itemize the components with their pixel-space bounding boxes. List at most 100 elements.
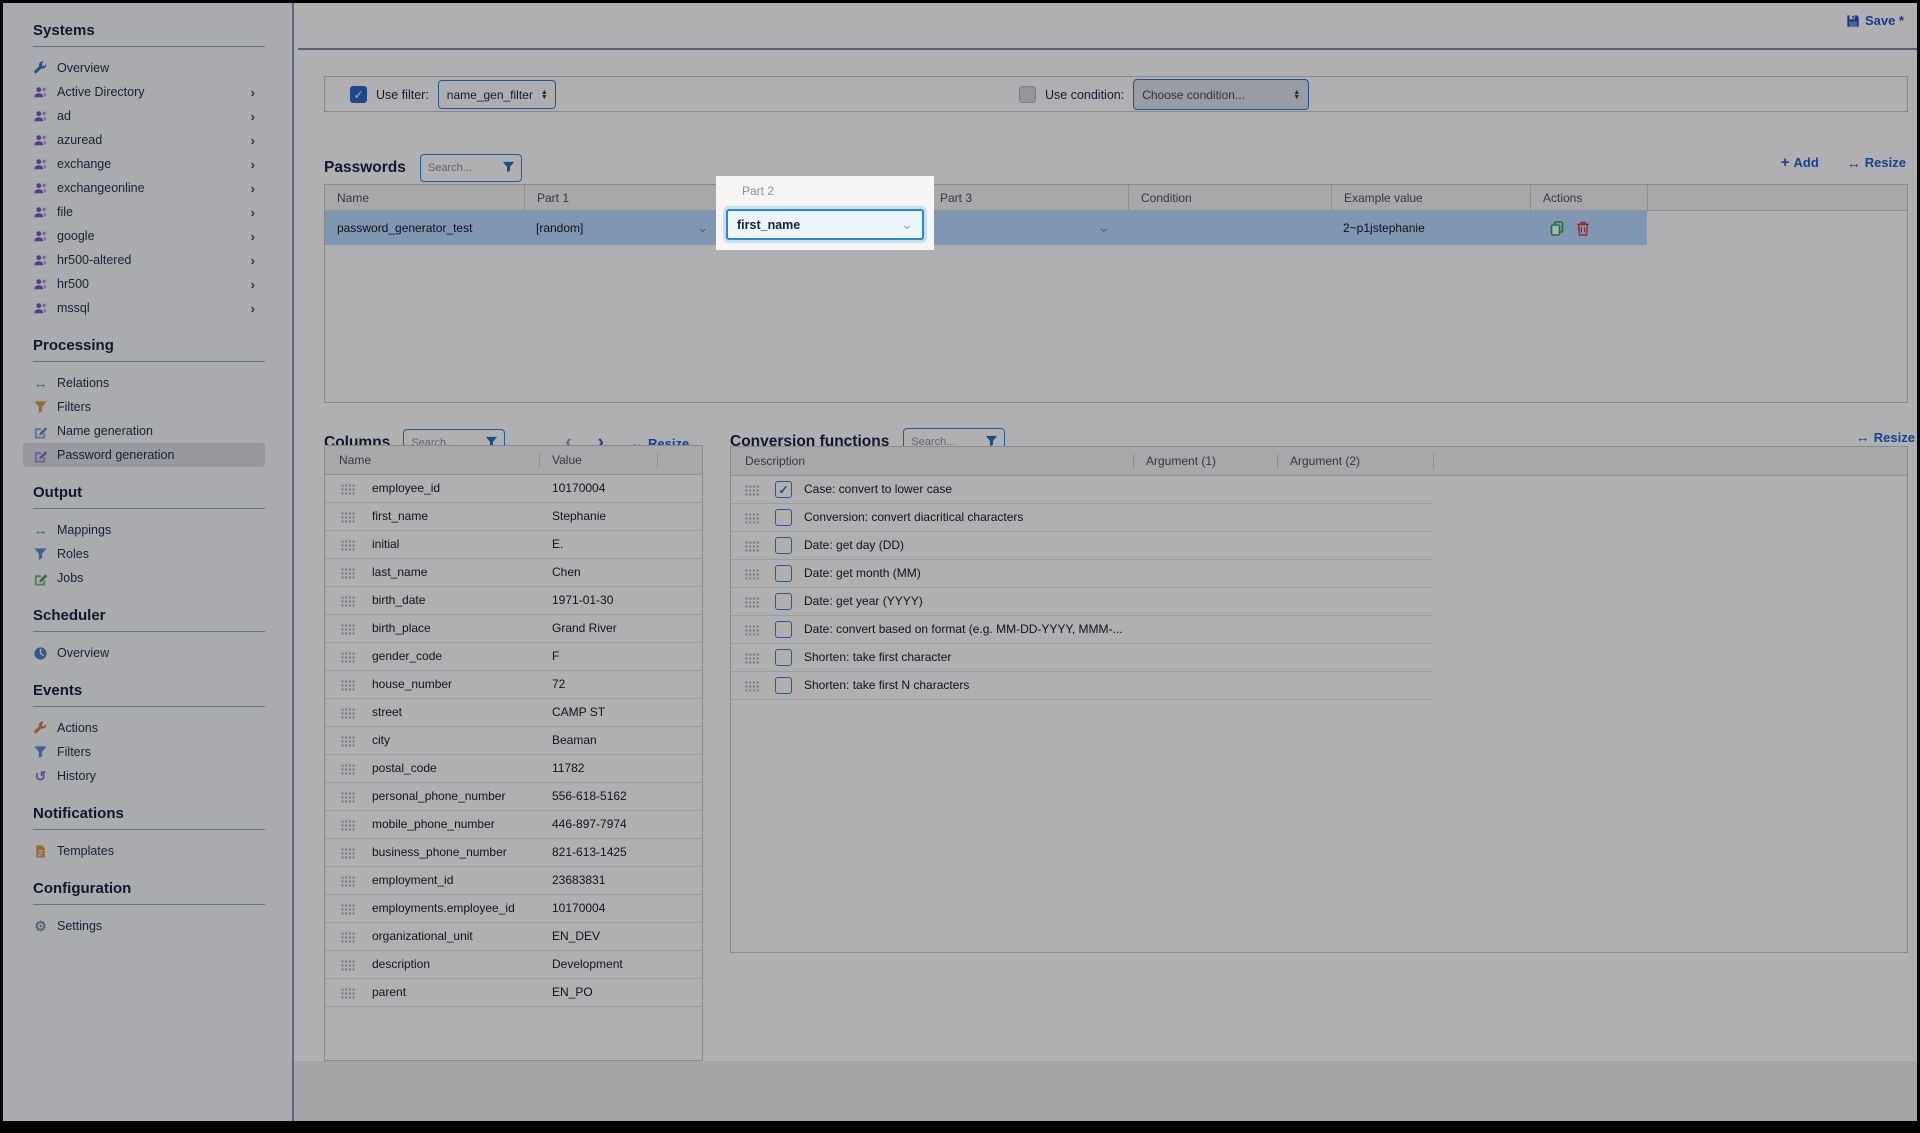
sidebar-item-jobs[interactable]: Jobs xyxy=(23,566,265,590)
drag-handle-icon[interactable] xyxy=(341,932,355,943)
conversion-checkbox[interactable] xyxy=(775,649,792,666)
part2-dropdown[interactable]: first_name ⌄ xyxy=(726,209,924,240)
column-row-house-number[interactable]: house_number72 xyxy=(325,671,702,699)
conversion-checkbox[interactable] xyxy=(775,565,792,582)
column-row-gender-code[interactable]: gender_codeF xyxy=(325,643,702,671)
sidebar-item-name-generation[interactable]: Name generation xyxy=(23,419,265,443)
drag-handle-icon[interactable] xyxy=(341,680,355,691)
sidebar-item-password-generation[interactable]: Password generation xyxy=(23,443,265,467)
drag-handle-icon[interactable] xyxy=(341,708,355,719)
use-filter-checkbox[interactable]: ✓ xyxy=(350,86,367,103)
drag-handle-icon[interactable] xyxy=(745,597,759,608)
column-row-employment-id[interactable]: employment_id23683831 xyxy=(325,867,702,895)
conversion-row[interactable]: Date: get day (DD) xyxy=(731,532,1907,560)
chevron-right-icon[interactable]: › xyxy=(251,110,255,123)
chevron-right-icon[interactable]: › xyxy=(251,230,255,243)
column-row-birth-place[interactable]: birth_placeGrand River xyxy=(325,615,702,643)
sidebar-item-mssql[interactable]: mssql› xyxy=(23,296,265,320)
drag-handle-icon[interactable] xyxy=(341,736,355,747)
chevron-right-icon[interactable]: › xyxy=(251,134,255,147)
conversion-checkbox[interactable] xyxy=(775,537,792,554)
passwords-resize-button[interactable]: ↔Resize xyxy=(1847,154,1906,171)
drag-handle-icon[interactable] xyxy=(341,764,355,775)
chevron-right-icon[interactable]: › xyxy=(251,206,255,219)
drag-handle-icon[interactable] xyxy=(745,541,759,552)
sidebar-item-relations[interactable]: ↔Relations xyxy=(23,371,265,395)
sidebar-item-history[interactable]: ↺History xyxy=(23,764,265,788)
sidebar-item-filters[interactable]: Filters xyxy=(23,740,265,764)
password-part1-cell[interactable]: [random] xyxy=(524,211,684,245)
drag-handle-icon[interactable] xyxy=(745,681,759,692)
sidebar-item-google[interactable]: google› xyxy=(23,224,265,248)
conversion-row[interactable]: Shorten: take first character xyxy=(731,644,1907,672)
condition-select[interactable]: Choose condition... ▲▼ xyxy=(1133,79,1309,110)
drag-handle-icon[interactable] xyxy=(745,485,759,496)
column-row-employments-employee-id[interactable]: employments.employee_id10170004 xyxy=(325,895,702,923)
drag-handle-icon[interactable] xyxy=(341,820,355,831)
sidebar-item-overview[interactable]: Overview xyxy=(23,641,265,665)
column-row-city[interactable]: cityBeaman xyxy=(325,727,702,755)
conversion-row[interactable]: Conversion: convert diacritical characte… xyxy=(731,504,1907,532)
column-row-first-name[interactable]: first_nameStephanie xyxy=(325,503,702,531)
passwords-search-input[interactable] xyxy=(428,155,500,181)
drag-handle-icon[interactable] xyxy=(341,904,355,915)
save-button[interactable]: Save * xyxy=(1846,13,1904,28)
drag-handle-icon[interactable] xyxy=(341,988,355,999)
sidebar-item-filters[interactable]: Filters xyxy=(23,395,265,419)
sidebar-item-settings[interactable]: ⚙Settings xyxy=(23,914,265,938)
drag-handle-icon[interactable] xyxy=(745,653,759,664)
column-row-street[interactable]: streetCAMP ST xyxy=(325,699,702,727)
drag-handle-icon[interactable] xyxy=(745,513,759,524)
chevron-down-icon[interactable]: ⌄ xyxy=(697,211,709,245)
conversion-row[interactable]: Shorten: take first N characters xyxy=(731,672,1907,700)
conversion-row[interactable]: Date: convert based on format (e.g. MM-D… xyxy=(731,616,1907,644)
drag-handle-icon[interactable] xyxy=(341,540,355,551)
conversion-checkbox[interactable] xyxy=(775,593,792,610)
filter-select[interactable]: name_gen_filter ▲▼ xyxy=(438,80,556,109)
drag-handle-icon[interactable] xyxy=(341,876,355,887)
column-row-initial[interactable]: initialE. xyxy=(325,531,702,559)
conversions-resize-button[interactable]: ↔Resize xyxy=(1856,429,1915,445)
sidebar-item-overview[interactable]: Overview xyxy=(23,56,265,80)
drag-handle-icon[interactable] xyxy=(341,960,355,971)
column-row-mobile-phone-number[interactable]: mobile_phone_number446-897-7974 xyxy=(325,811,702,839)
drag-handle-icon[interactable] xyxy=(341,512,355,523)
conversion-row[interactable]: ✓Case: convert to lower case xyxy=(731,476,1907,504)
sidebar-item-roles[interactable]: Roles xyxy=(23,542,265,566)
column-row-postal-code[interactable]: postal_code11782 xyxy=(325,755,702,783)
drag-handle-icon[interactable] xyxy=(341,792,355,803)
sidebar-item-exchange[interactable]: exchange› xyxy=(23,152,265,176)
sidebar-item-actions[interactable]: Actions xyxy=(23,716,265,740)
conversion-checkbox[interactable] xyxy=(775,677,792,694)
add-button[interactable]: +Add xyxy=(1781,154,1819,171)
chevron-right-icon[interactable]: › xyxy=(251,302,255,315)
chevron-right-icon[interactable]: › xyxy=(251,254,255,267)
chevron-right-icon[interactable]: › xyxy=(251,158,255,171)
column-row-last-name[interactable]: last_nameChen xyxy=(325,559,702,587)
chevron-right-icon[interactable]: › xyxy=(251,86,255,99)
trash-icon[interactable] xyxy=(1576,221,1590,236)
drag-handle-icon[interactable] xyxy=(341,624,355,635)
sidebar-item-templates[interactable]: Templates xyxy=(23,839,265,863)
drag-handle-icon[interactable] xyxy=(341,568,355,579)
drag-handle-icon[interactable] xyxy=(341,652,355,663)
column-row-description[interactable]: descriptionDevelopment xyxy=(325,951,702,979)
drag-handle-icon[interactable] xyxy=(745,625,759,636)
column-row-business-phone-number[interactable]: business_phone_number821-613-1425 xyxy=(325,839,702,867)
chevron-right-icon[interactable]: › xyxy=(251,278,255,291)
drag-handle-icon[interactable] xyxy=(341,596,355,607)
column-row-birth-date[interactable]: birth_date1971-01-30 xyxy=(325,587,702,615)
conversion-checkbox[interactable] xyxy=(775,509,792,526)
copy-icon[interactable] xyxy=(1550,221,1564,236)
use-condition-checkbox[interactable] xyxy=(1019,86,1036,103)
column-row-organizational-unit[interactable]: organizational_unitEN_DEV xyxy=(325,923,702,951)
column-row-employee-id[interactable]: employee_id10170004 xyxy=(325,475,702,503)
conversion-row[interactable]: Date: get year (YYYY) xyxy=(731,588,1907,616)
chevron-right-icon[interactable]: › xyxy=(251,182,255,195)
sidebar-item-hr500[interactable]: hr500› xyxy=(23,272,265,296)
password-row[interactable]: password_generator_test [random] ⌄ ⌄ 2~p… xyxy=(325,211,1647,245)
sidebar-item-ad[interactable]: ad› xyxy=(23,104,265,128)
conversion-row[interactable]: Date: get month (MM) xyxy=(731,560,1907,588)
filter-funnel-icon[interactable] xyxy=(502,161,515,174)
sidebar-item-exchangeonline[interactable]: exchangeonline› xyxy=(23,176,265,200)
